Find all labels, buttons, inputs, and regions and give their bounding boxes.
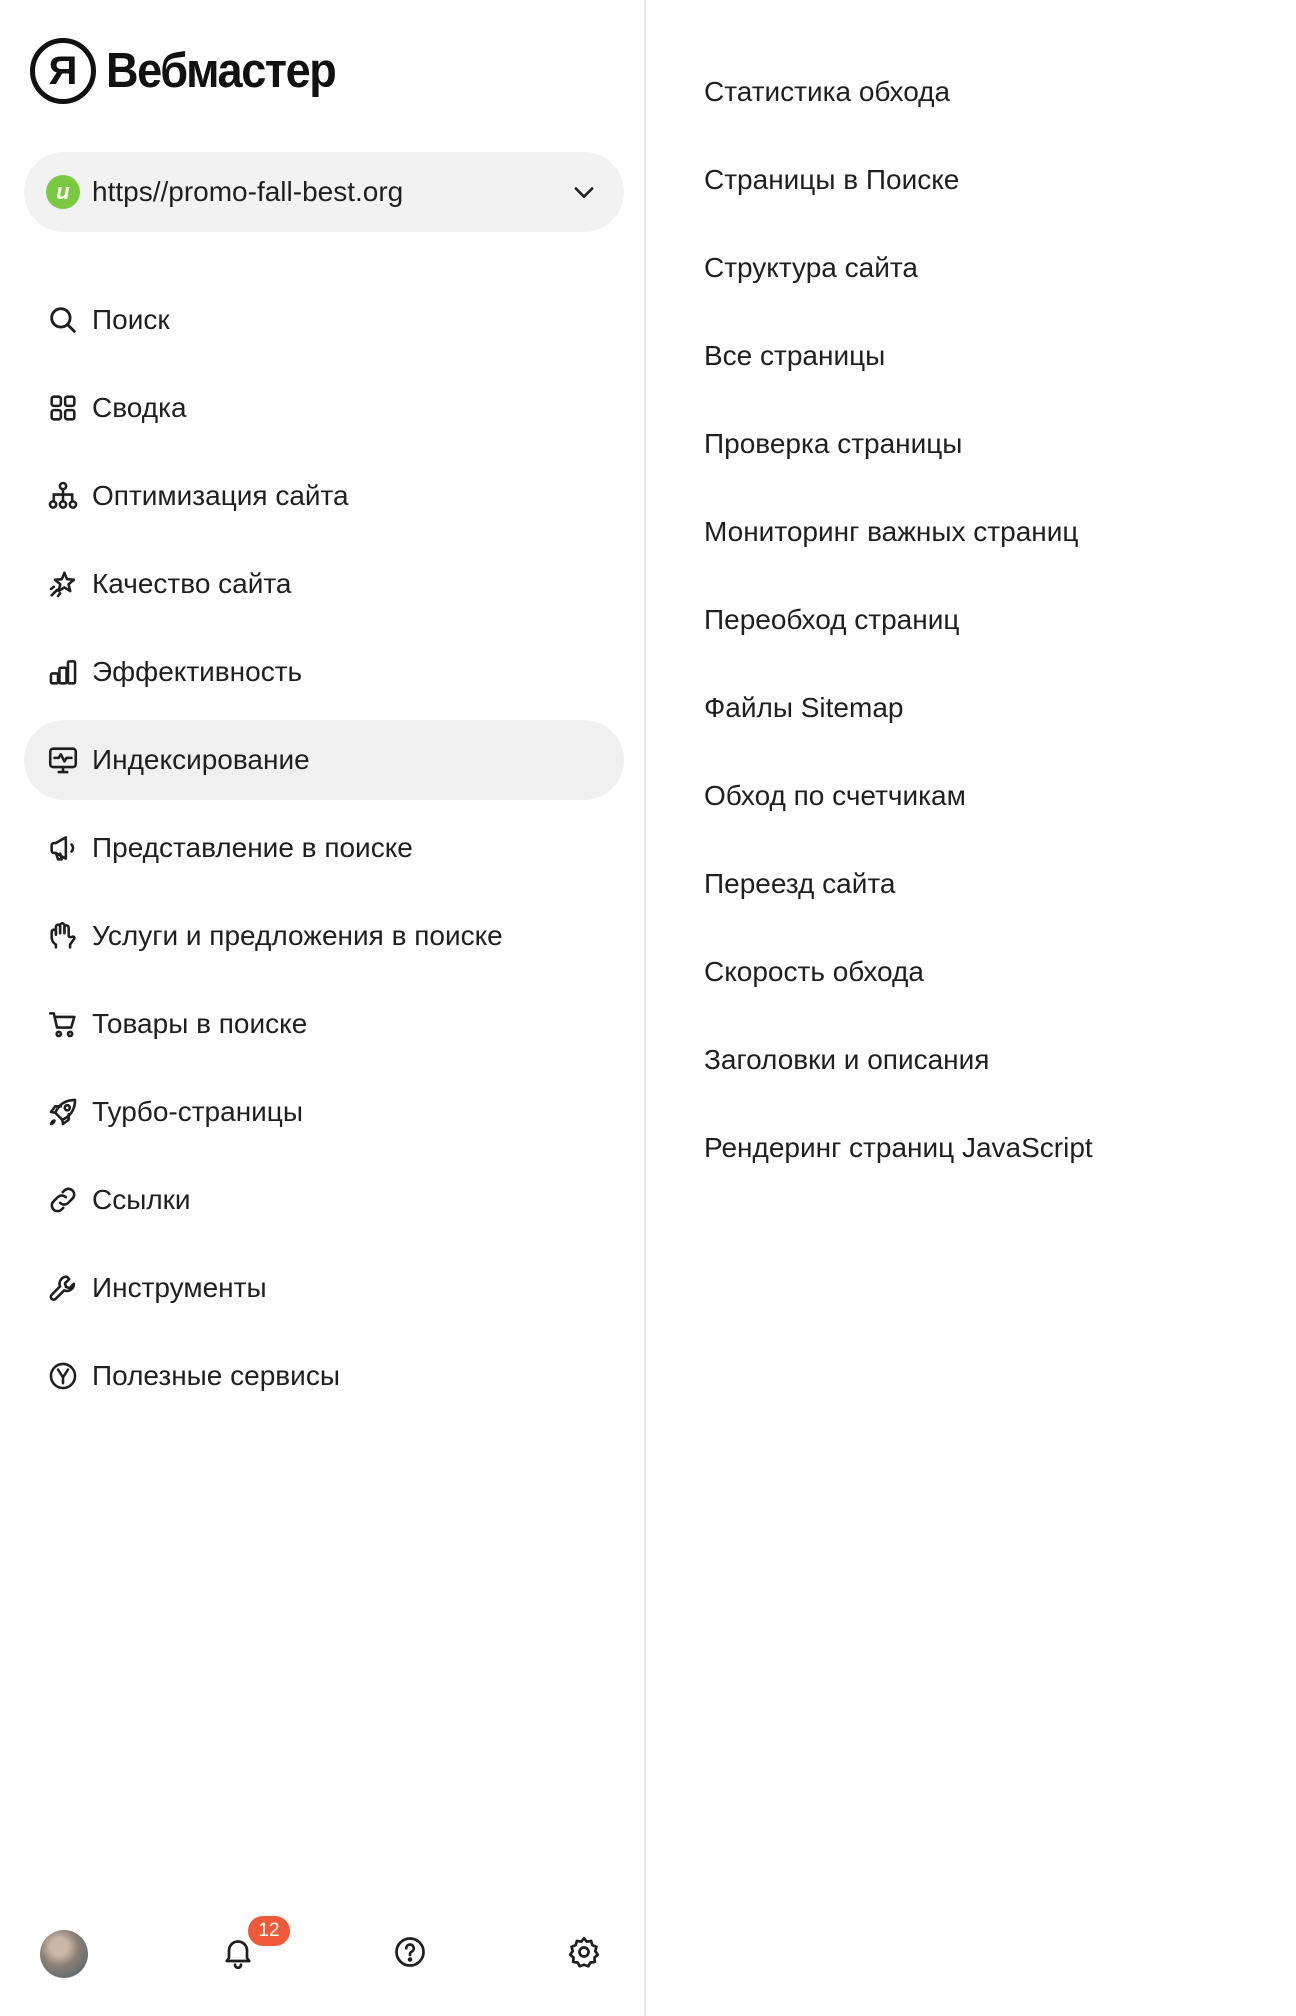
grid-icon (46, 391, 80, 425)
nav-item-label: Представление в поиске (92, 832, 413, 863)
cart-icon (46, 1007, 80, 1041)
submenu-item[interactable]: Заголовки и описания (704, 1016, 1264, 1104)
bar-chart-icon (46, 655, 80, 689)
submenu-item[interactable]: Статистика обхода (704, 48, 1264, 136)
submenu-item[interactable]: Переезд сайта (704, 840, 1264, 928)
nav-item-label: Оптимизация сайта (92, 480, 349, 511)
search-icon (46, 303, 80, 337)
submenu-item[interactable]: Мониторинг важных страниц (704, 488, 1264, 576)
submenu-item[interactable]: Рендеринг страниц JavaScript (704, 1104, 1264, 1192)
hand-icon (46, 919, 80, 953)
site-favicon-icon: u (46, 175, 80, 209)
nav-item-label: Поиск (92, 304, 170, 335)
app-title: Вебмастер (106, 44, 337, 98)
nav-item-label: Качество сайта (92, 568, 292, 599)
nav-item-summary[interactable]: Сводка (24, 368, 624, 448)
nav-item-useful-services[interactable]: Полезные сервисы (24, 1336, 624, 1416)
nav-item-site-optimization[interactable]: Оптимизация сайта (24, 456, 624, 536)
yandex-circle-icon (46, 1359, 80, 1393)
nav-item-links[interactable]: Ссылки (24, 1160, 624, 1240)
sidebar: Я Вебмастер u https//promo-fall-best.org… (0, 0, 646, 2016)
app-root: Я Вебмастер u https//promo-fall-best.org… (0, 0, 1296, 2016)
nav-item-efficiency[interactable]: Эффективность (24, 632, 624, 712)
submenu-item[interactable]: Проверка страницы (704, 400, 1264, 488)
site-selector[interactable]: u https//promo-fall-best.org (24, 152, 624, 232)
site-url: https//promo-fall-best.org (92, 176, 404, 207)
nav-item-search-appearance[interactable]: Представление в поиске (24, 808, 624, 888)
link-icon (46, 1183, 80, 1217)
submenu-item[interactable]: Структура сайта (704, 224, 1264, 312)
nav-item-label: Товары в поиске (92, 1008, 308, 1039)
nav-item-turbo[interactable]: Турбо-страницы (24, 1072, 624, 1152)
nav-item-label: Эффективность (92, 656, 303, 687)
nav-item-site-quality[interactable]: Качество сайта (24, 544, 624, 624)
gear-icon[interactable] (566, 1934, 602, 1970)
rocket-icon (46, 1095, 80, 1129)
submenu-item[interactable]: Файлы Sitemap (704, 664, 1264, 752)
notifications-badge: 12 (248, 1916, 290, 1946)
nav-item-label: Сводка (92, 392, 187, 423)
nav-item-services[interactable]: Услуги и предложения в поиске (24, 896, 624, 976)
nav-item-label: Турбо-страницы (92, 1096, 303, 1127)
submenu-item[interactable]: Все страницы (704, 312, 1264, 400)
nav-item-label: Инструменты (92, 1272, 267, 1303)
monitor-pulse-icon (46, 743, 80, 777)
submenu-item[interactable]: Скорость обхода (704, 928, 1264, 1016)
sparkle-star-icon (46, 567, 80, 601)
submenu-item[interactable]: Переобход страниц (704, 576, 1264, 664)
submenu-item[interactable]: Обход по счетчикам (704, 752, 1264, 840)
bottom-toolbar: 12 (0, 1916, 646, 1988)
main-nav: Поиск Сводка Оптимизация сайта Качество … (24, 280, 624, 1424)
indexing-submenu: Статистика обхода Страницы в Поиске Стру… (704, 48, 1264, 1192)
nav-item-label: Услуги и предложения в поиске (92, 920, 503, 951)
sitemap-icon (46, 479, 80, 513)
nav-item-label: Полезные сервисы (92, 1360, 340, 1391)
yandex-logo-icon: Я (30, 38, 96, 104)
chevron-down-icon (574, 187, 594, 198)
nav-item-label: Индексирование (92, 744, 310, 775)
nav-item-products[interactable]: Товары в поиске (24, 984, 624, 1064)
nav-item-search[interactable]: Поиск (24, 280, 624, 360)
nav-item-indexing[interactable]: Индексирование (24, 720, 624, 800)
submenu-item[interactable]: Страницы в Поиске (704, 136, 1264, 224)
wrench-icon (46, 1271, 80, 1305)
nav-item-tools[interactable]: Инструменты (24, 1248, 624, 1328)
help-icon[interactable] (392, 1934, 428, 1970)
logo[interactable]: Я Вебмастер (30, 36, 355, 106)
nav-item-label: Ссылки (92, 1184, 191, 1215)
avatar[interactable] (40, 1930, 88, 1978)
megaphone-icon (46, 831, 80, 865)
